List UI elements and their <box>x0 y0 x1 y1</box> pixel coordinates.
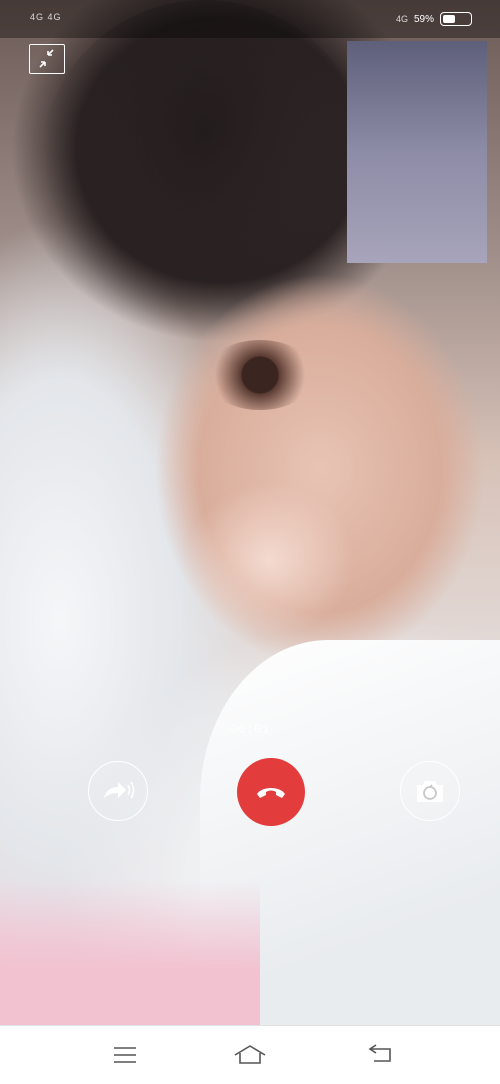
navigation-bar <box>0 1025 500 1084</box>
speaker-icon <box>104 781 135 799</box>
eye <box>205 340 315 410</box>
network-label: 4G <box>395 14 408 24</box>
status-right: 4G 59% <box>396 12 472 26</box>
hair-shadow <box>40 0 370 330</box>
status-left: 4G 4G <box>30 12 62 22</box>
status-bar: 4G 4G 4G 59% <box>0 0 500 38</box>
minimize-icon <box>39 49 54 68</box>
back-button[interactable] <box>360 1040 400 1070</box>
call-timer: 00:01 <box>230 722 270 737</box>
camera-switch-icon <box>417 781 443 802</box>
menu-button[interactable] <box>105 1040 145 1070</box>
home-icon <box>234 1045 266 1064</box>
back-icon <box>368 1044 391 1062</box>
battery-percent: 59% <box>413 13 434 25</box>
menu-icon <box>114 1047 136 1063</box>
minimize-button[interactable] <box>29 44 65 74</box>
battery-icon <box>440 12 472 26</box>
speaker-button[interactable] <box>88 761 148 821</box>
camera-switch-button[interactable] <box>400 761 460 821</box>
home-button[interactable] <box>230 1040 270 1070</box>
hangup-icon <box>257 788 285 798</box>
local-video-preview[interactable] <box>347 41 487 263</box>
hangup-button[interactable] <box>237 758 305 826</box>
pink-sheet <box>0 880 260 1025</box>
